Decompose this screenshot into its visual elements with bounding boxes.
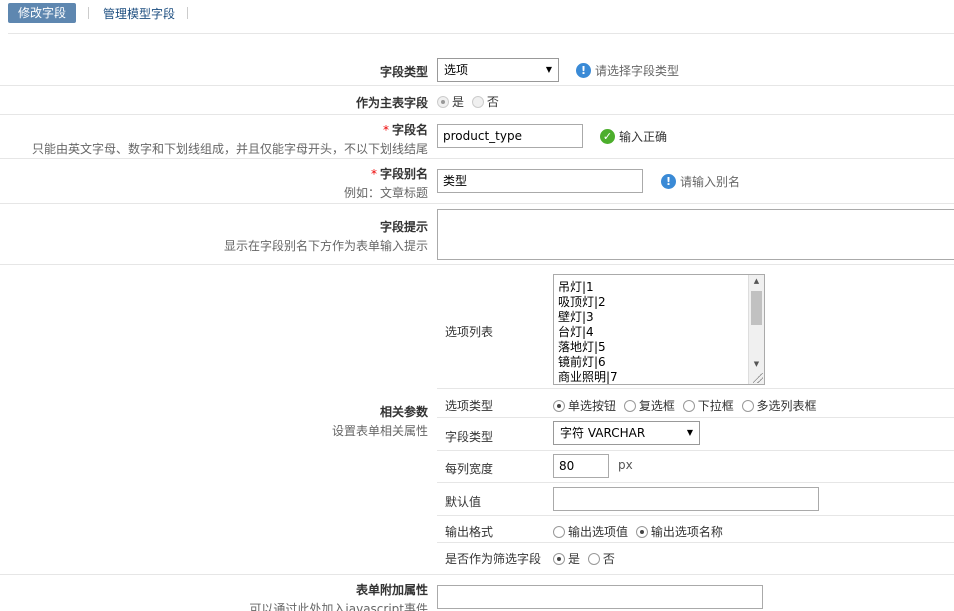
extra-hint: 可以通过此处加入javascript事件	[249, 602, 428, 611]
option-type-label: 选项类型	[445, 399, 494, 413]
prompt-label: 字段提示	[379, 220, 428, 234]
radio-icon	[741, 399, 754, 412]
sub-option-type: 选项类型 单选按钮 复选框 下拉框 多选列表框	[437, 389, 954, 418]
db-type-select[interactable]: 字符 VARCHAR ▼	[553, 421, 700, 445]
filter-no[interactable]: 否	[587, 550, 615, 567]
alias-label: 字段别名	[379, 167, 428, 181]
sub-default: 默认值	[437, 483, 954, 516]
divider	[8, 33, 954, 34]
option-type-radio[interactable]: 单选按钮	[553, 397, 616, 414]
options-list-textarea[interactable]: 吊灯|1 吸顶灯|2 壁灯|3 台灯|4 落地灯|5 镜前灯|6 商业照明|7 …	[553, 274, 765, 385]
required-mark: *	[382, 123, 389, 137]
info-icon: !	[661, 174, 676, 189]
width-input[interactable]: 80	[553, 454, 609, 478]
tab-manage-fields[interactable]: 管理模型字段	[103, 5, 175, 22]
option-type-dropdown[interactable]: 下拉框	[682, 397, 734, 414]
radio-icon	[682, 399, 695, 412]
width-unit: px	[618, 458, 633, 472]
db-type-label: 字段类型	[445, 430, 494, 444]
info-icon: !	[576, 63, 591, 78]
list-item: 台灯|4	[558, 325, 594, 339]
tab-divider	[187, 7, 189, 19]
row-main-field: 作为主表字段 是 否	[0, 86, 954, 115]
field-type-select[interactable]: 选项 ▼	[437, 58, 559, 82]
list-item: 壁灯|3	[558, 310, 594, 324]
filter-label: 是否作为筛选字段	[445, 552, 542, 566]
required-mark: *	[370, 167, 377, 181]
field-type-tip: ! 请选择字段类型	[576, 62, 679, 79]
list-item: 落地灯|5	[558, 340, 606, 354]
prompt-hint: 显示在字段别名下方作为表单输入提示	[223, 239, 428, 253]
scrollbar[interactable]: ▲ ▼	[748, 275, 764, 384]
output-name[interactable]: 输出选项名称	[635, 523, 723, 540]
output-value[interactable]: 输出选项值	[553, 523, 628, 540]
alias-hint: 例如：文章标题	[343, 186, 428, 200]
option-type-checkbox[interactable]: 复选框	[623, 397, 675, 414]
caret-down-icon: ▼	[545, 65, 552, 74]
output-label: 输出格式	[445, 525, 494, 539]
radio-icon	[623, 399, 636, 412]
list-item: 商业照明|7	[558, 370, 618, 384]
default-label: 默认值	[445, 495, 482, 509]
width-label: 每列宽度	[445, 462, 494, 476]
list-item: 吊灯|1	[558, 280, 594, 294]
row-prompt: 字段提示 显示在字段别名下方作为表单输入提示	[0, 204, 954, 265]
radio-icon	[437, 95, 449, 108]
tab-bar: 修改字段 管理模型字段	[8, 3, 189, 23]
tab-divider	[88, 7, 90, 19]
sub-output: 输出格式 输出选项值 输出选项名称	[437, 516, 954, 543]
list-item: 吸顶灯|2	[558, 295, 606, 309]
radio-icon	[553, 525, 565, 538]
sub-filter: 是否作为筛选字段 是 否	[437, 543, 954, 575]
scroll-down-icon[interactable]: ▼	[749, 360, 764, 368]
field-name-tip: ✓ 输入正确	[600, 128, 667, 145]
resize-grip-icon[interactable]	[753, 373, 763, 383]
prompt-textarea[interactable]	[437, 209, 954, 260]
alias-input[interactable]: 类型	[437, 169, 643, 193]
main-field-label: 作为主表字段	[355, 96, 428, 110]
list-item: 镜前灯|6	[558, 355, 606, 369]
row-alias: * 字段别名 例如：文章标题 类型 ! 请输入别名	[0, 159, 954, 204]
main-field-yes[interactable]: 是	[437, 93, 464, 110]
row-extra: 表单附加属性 可以通过此处加入javascript事件	[0, 575, 954, 611]
scroll-up-icon[interactable]: ▲	[749, 277, 764, 285]
row-params: 相关参数 设置表单相关属性 选项列表 吊灯|1 吸顶灯|2 壁灯|3 台灯|4 …	[0, 265, 954, 575]
extra-label: 表单附加属性	[355, 583, 428, 597]
options-list-label: 选项列表	[445, 325, 494, 339]
field-name-label: 字段名	[391, 123, 428, 137]
check-icon: ✓	[600, 129, 615, 144]
option-type-multilist[interactable]: 多选列表框	[741, 397, 817, 414]
radio-icon	[471, 95, 484, 108]
field-name-hint: 只能由英文字母、数字和下划线组成，并且仅能字母开头，不以下划线结尾	[31, 142, 428, 156]
radio-icon	[553, 399, 565, 412]
filter-yes[interactable]: 是	[553, 550, 580, 567]
caret-down-icon: ▼	[686, 428, 693, 437]
scroll-thumb[interactable]	[751, 291, 762, 325]
sub-db-type: 字段类型 字符 VARCHAR ▼	[437, 418, 954, 451]
radio-icon	[553, 552, 565, 565]
field-type-label: 字段类型	[379, 65, 428, 79]
row-field-type: 字段类型 选项 ▼ ! 请选择字段类型	[0, 52, 954, 86]
radio-icon	[635, 525, 648, 538]
sub-options-list: 选项列表 吊灯|1 吸顶灯|2 壁灯|3 台灯|4 落地灯|5 镜前灯|6 商业…	[437, 265, 954, 389]
row-field-name: * 字段名 只能由英文字母、数字和下划线组成，并且仅能字母开头，不以下划线结尾 p…	[0, 115, 954, 159]
main-field-no[interactable]: 否	[471, 93, 499, 110]
params-hint: 设置表单相关属性	[331, 424, 428, 438]
field-name-input[interactable]: product_type	[437, 124, 583, 148]
tab-edit-field[interactable]: 修改字段	[8, 3, 77, 23]
sub-width: 每列宽度 80 px	[437, 451, 954, 483]
params-label: 相关参数	[379, 405, 428, 419]
default-input[interactable]	[553, 487, 819, 511]
radio-icon	[587, 552, 600, 565]
extra-input[interactable]	[437, 585, 763, 609]
alias-tip: ! 请输入别名	[661, 173, 740, 190]
